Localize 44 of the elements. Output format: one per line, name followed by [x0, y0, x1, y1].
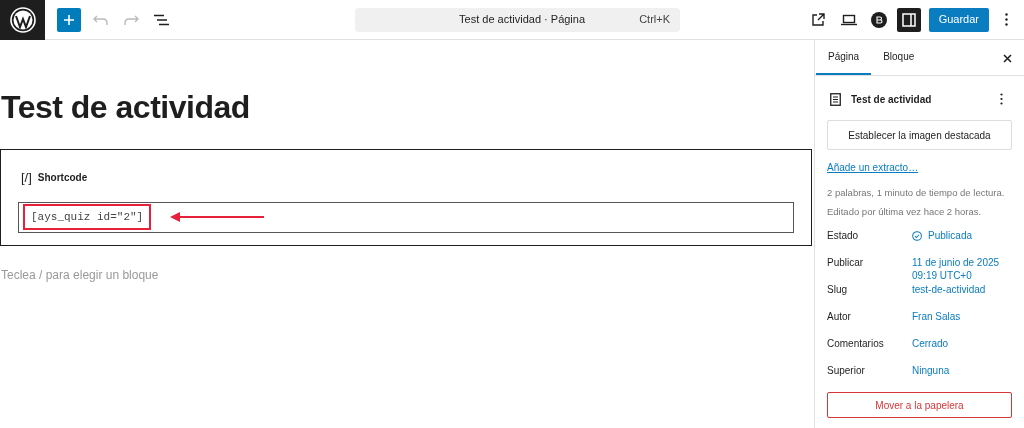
field-value-link[interactable]: Cerrado: [912, 337, 1012, 350]
sidebar-toggle-button[interactable]: [896, 7, 921, 32]
excerpt-link[interactable]: Añade un extracto…: [827, 160, 1012, 175]
sidebar-tab[interactable]: Bloque: [871, 39, 927, 75]
post-stats-text: Editado por última vez hace 2 horas.: [827, 205, 983, 219]
add-block-button[interactable]: [57, 7, 81, 32]
field-value-link[interactable]: Fran Salas: [912, 310, 1012, 323]
page-name: Test de actividad: [851, 92, 933, 107]
shortcode-text: [ays_quiz id="2"]: [23, 204, 152, 230]
field-value-link[interactable]: Ninguna: [912, 364, 1012, 377]
field-label: Superior: [827, 364, 866, 377]
block-label: Shortcode: [37, 171, 88, 186]
field-label: Publicar: [827, 256, 865, 269]
save-button[interactable]: Guardar: [928, 7, 989, 32]
external-link-icon[interactable]: [810, 12, 825, 27]
list-view-icon[interactable]: [153, 13, 169, 26]
post-stats-text: 2 palabras, 1 minuto de tiempo de lectura.: [827, 186, 1006, 200]
more-options-icon[interactable]: [1005, 13, 1008, 26]
close-icon[interactable]: [1003, 54, 1012, 63]
field-value-link[interactable]: test-de-actividad: [912, 283, 1012, 296]
command-bar-title: Test de actividad · Página: [458, 12, 587, 28]
trash-button[interactable]: Mover a la papelera: [827, 392, 1012, 418]
wordpress-logo[interactable]: [0, 0, 45, 40]
sidebar-icon: [901, 12, 916, 27]
field-label: Slug: [827, 283, 848, 296]
plugin-icon[interactable]: [870, 11, 887, 28]
field-value-link[interactable]: Publicada: [928, 229, 1012, 242]
field-label: Estado: [827, 229, 860, 242]
more-options-icon[interactable]: [1000, 93, 1003, 105]
check-circle-icon: [912, 230, 923, 242]
featured-image-button[interactable]: Establecer la imagen destacada: [827, 120, 1012, 150]
shortcode-icon: [/]: [18, 168, 32, 188]
command-bar[interactable]: Test de actividad · Página Ctrl+K: [355, 7, 680, 32]
sidebar-tab[interactable]: Página: [816, 39, 872, 75]
block-placeholder[interactable]: Teclea / para elegir un bloque: [0, 266, 814, 284]
shortcode-block[interactable]: [/] Shortcode [ays_quiz id="2"]: [0, 149, 812, 246]
field-label: Comentarios: [827, 337, 885, 350]
field-label: Autor: [827, 310, 852, 323]
keyboard-shortcut: Ctrl+K: [639, 12, 670, 28]
page-title[interactable]: Test de actividad: [0, 88, 814, 126]
page-icon: [830, 92, 841, 106]
plus-icon: [63, 13, 75, 26]
shortcode-field[interactable]: [ays_quiz id="2"]: [18, 201, 794, 233]
laptop-icon[interactable]: [840, 13, 857, 26]
